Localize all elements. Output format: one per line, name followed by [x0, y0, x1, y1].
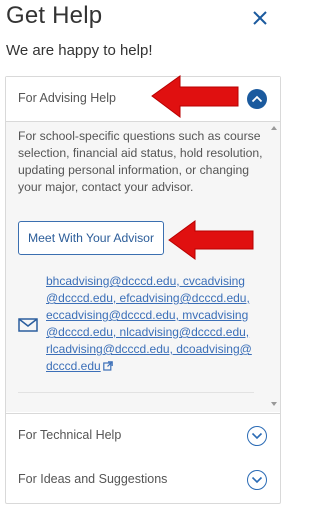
close-button[interactable]: [248, 6, 272, 30]
section-divider: [18, 392, 254, 393]
accordion-body-advising: For school-specific questions such as co…: [6, 122, 280, 412]
annotation-arrow-icon: [168, 220, 254, 260]
scroll-down-arrow[interactable]: [271, 402, 277, 406]
expand-toggle-technical[interactable]: [247, 426, 267, 446]
page-title: Get Help: [6, 2, 103, 29]
external-link-icon: [102, 361, 113, 371]
chevron-down-icon: [251, 432, 262, 439]
collapse-toggle-advising[interactable]: [247, 89, 267, 109]
advising-description: For school-specific questions such as co…: [18, 129, 263, 194]
chevron-down-icon: [251, 476, 262, 483]
accordion-header-ideas[interactable]: For Ideas and Suggestions: [6, 458, 280, 502]
annotation-arrow-icon: [151, 75, 239, 118]
help-accordion: For Advising Help For school-specific qu…: [5, 76, 281, 504]
close-icon: [253, 11, 267, 25]
advising-emails-text[interactable]: bhcadvising@dcccd.edu, cvcadvising@dcccd…: [46, 274, 252, 373]
accordion-label-technical: For Technical Help: [18, 428, 122, 442]
scrollbar[interactable]: [268, 122, 280, 412]
page-subtitle: We are happy to help!: [6, 42, 153, 59]
advising-email-links[interactable]: bhcadvising@dcccd.edu, cvcadvising@dcccd…: [46, 273, 254, 375]
meet-advisor-button[interactable]: Meet With Your Advisor: [18, 221, 164, 255]
scroll-up-arrow[interactable]: [271, 126, 277, 130]
accordion-header-technical[interactable]: For Technical Help: [6, 413, 280, 459]
accordion-label-ideas: For Ideas and Suggestions: [18, 472, 168, 486]
expand-toggle-ideas[interactable]: [247, 470, 267, 490]
chevron-up-icon: [251, 95, 263, 103]
envelope-icon: [18, 318, 38, 332]
accordion-label-advising: For Advising Help: [18, 91, 116, 105]
